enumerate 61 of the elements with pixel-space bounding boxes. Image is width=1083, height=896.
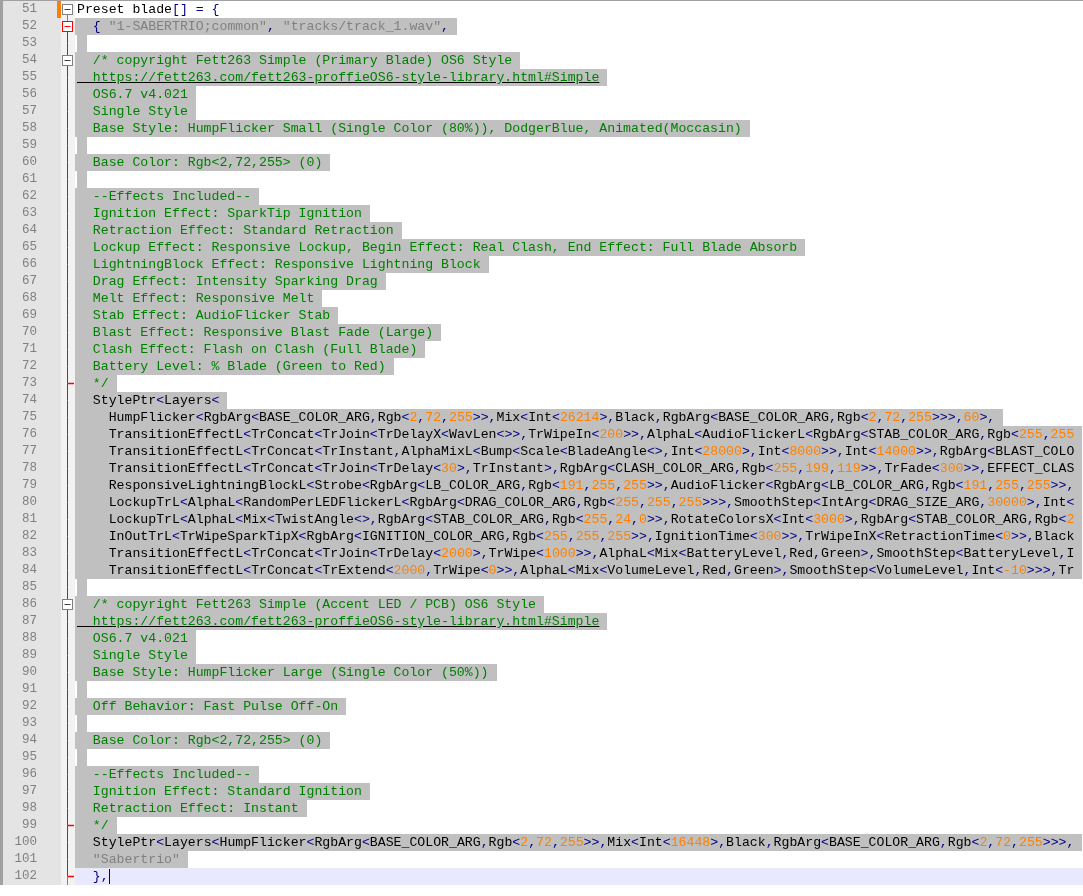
line-number: 80 [21, 494, 38, 511]
line-number: 91 [21, 681, 38, 698]
line-number: 86 [21, 596, 38, 613]
fold-toggle-icon[interactable] [62, 21, 73, 32]
line-number: 59 [21, 137, 38, 154]
text-cursor [108, 869, 110, 884]
line-number: 81 [21, 511, 38, 528]
line-number: 67 [21, 273, 38, 290]
line-number: 54 [21, 52, 38, 69]
line-number: 61 [21, 171, 38, 188]
line-number: 51 [21, 1, 38, 18]
line-number: 74 [21, 392, 38, 409]
line-number: 100 [13, 834, 38, 851]
code-line: Preset blade[] = { [76, 1, 220, 18]
line-number: 73 [21, 375, 38, 392]
line-number: 72 [21, 358, 38, 375]
fold-toggle-icon[interactable] [62, 4, 73, 15]
link-text[interactable]: https://fett263.com/fett263-proffieOS6-style-library.html#Simple [75, 613, 608, 630]
line-number: 87 [21, 613, 38, 630]
line-number: 76 [21, 426, 38, 443]
line-number: 101 [13, 851, 38, 868]
line-number: 77 [21, 443, 38, 460]
line-number: 94 [21, 732, 38, 749]
code-line: }, [91, 868, 109, 885]
line-number: 57 [21, 103, 38, 120]
line-number: 75 [21, 409, 38, 426]
fold-toggle-icon[interactable] [62, 55, 73, 66]
line-number: 89 [21, 647, 38, 664]
fold-toggle-icon[interactable] [62, 599, 73, 610]
line-number: 98 [21, 800, 38, 817]
line-number: 97 [21, 783, 38, 800]
line-number: 79 [21, 477, 38, 494]
line-number: 62 [21, 188, 38, 205]
line-number: 70 [21, 324, 38, 341]
line-number: 69 [21, 307, 38, 324]
line-number: 66 [21, 256, 38, 273]
line-number: 58 [21, 120, 38, 137]
line-number: 85 [21, 579, 38, 596]
line-number: 96 [21, 766, 38, 783]
line-number: 53 [21, 35, 38, 52]
line-number: 88 [21, 630, 38, 647]
line-number: 60 [21, 154, 38, 171]
link-text[interactable]: https://fett263.com/fett263-proffieOS6-style-library.html#Simple [75, 69, 608, 86]
line-number: 84 [21, 562, 38, 579]
line-number: 68 [21, 290, 38, 307]
line-number: 64 [21, 222, 38, 239]
line-number: 56 [21, 86, 38, 103]
line-number: 102 [13, 868, 38, 885]
line-number: 55 [21, 69, 38, 86]
line-number: 95 [21, 749, 38, 766]
line-number: 90 [21, 664, 38, 681]
line-number: 93 [21, 715, 38, 732]
line-number: 78 [21, 460, 38, 477]
line-number: 99 [21, 817, 38, 834]
line-number: 83 [21, 545, 38, 562]
line-number: 92 [21, 698, 38, 715]
line-number: 71 [21, 341, 38, 358]
line-number: 65 [21, 239, 38, 256]
line-number: 63 [21, 205, 38, 222]
line-number: 82 [21, 528, 38, 545]
line-number: 52 [21, 18, 38, 35]
